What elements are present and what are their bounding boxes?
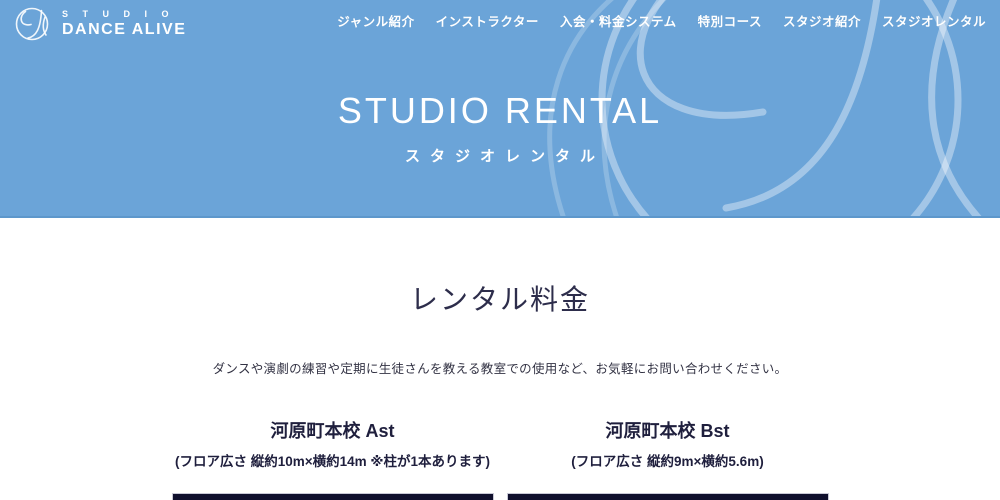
studio-name: 河原町本校 Ast <box>172 417 494 443</box>
hero-title: STUDIO RENTAL <box>0 90 1000 132</box>
studio-name: 河原町本校 Bst <box>507 417 829 443</box>
brand-name: DANCE ALIVE <box>62 21 186 39</box>
studio-card-bst: 河原町本校 Bst (フロア広さ 縦約9m×横約5.6m) 通常レンタル料金(7… <box>507 417 829 500</box>
nav-item-studio-info[interactable]: スタジオ紹介 <box>783 11 861 30</box>
nav-item-special-course[interactable]: 特別コース <box>698 11 762 30</box>
price-table-header: 通常レンタル料金(7:00〜23:00) <box>172 493 494 500</box>
price-table-header: 通常レンタル料金(7:00〜23:00) <box>507 493 829 500</box>
studio-floor-note: (フロア広さ 縦約10m×横約14m ※柱が1本あります) <box>172 450 494 470</box>
hero-banner: S T U D I O DANCE ALIVE ジャンル紹介 インストラクター … <box>0 0 1000 218</box>
nav-item-studio-rental[interactable]: スタジオレンタル <box>882 11 986 30</box>
rental-section: レンタル料金 ダンスや演劇の練習や定期に生徒さんを教える教室での使用など、お気軽… <box>0 278 1000 500</box>
main-nav: ジャンル紹介 インストラクター 入会・料金システム 特別コース スタジオ紹介 ス… <box>337 11 986 30</box>
brand-studio-label: S T U D I O <box>62 9 186 19</box>
studio-floor-note: (フロア広さ 縦約9m×横約5.6m) <box>507 450 829 470</box>
nav-item-pricing[interactable]: 入会・料金システム <box>560 11 677 30</box>
rental-description: ダンスや演劇の練習や定期に生徒さんを教える教室での使用など、お気軽にお問い合わせ… <box>0 358 1000 377</box>
studio-columns: 河原町本校 Ast (フロア広さ 縦約10m×横約14m ※柱が1本あります) … <box>0 417 1000 500</box>
hero-subtitle: スタジオレンタル <box>0 145 1000 166</box>
rental-heading: レンタル料金 <box>0 278 1000 318</box>
dance-alive-logo-icon <box>12 4 52 44</box>
studio-card-ast: 河原町本校 Ast (フロア広さ 縦約10m×横約14m ※柱が1本あります) … <box>172 417 494 500</box>
brand-text: S T U D I O DANCE ALIVE <box>62 9 186 39</box>
nav-item-genres[interactable]: ジャンル紹介 <box>337 11 414 30</box>
nav-item-instructors[interactable]: インストラクター <box>436 11 539 30</box>
brand-logo[interactable]: S T U D I O DANCE ALIVE <box>12 4 186 44</box>
